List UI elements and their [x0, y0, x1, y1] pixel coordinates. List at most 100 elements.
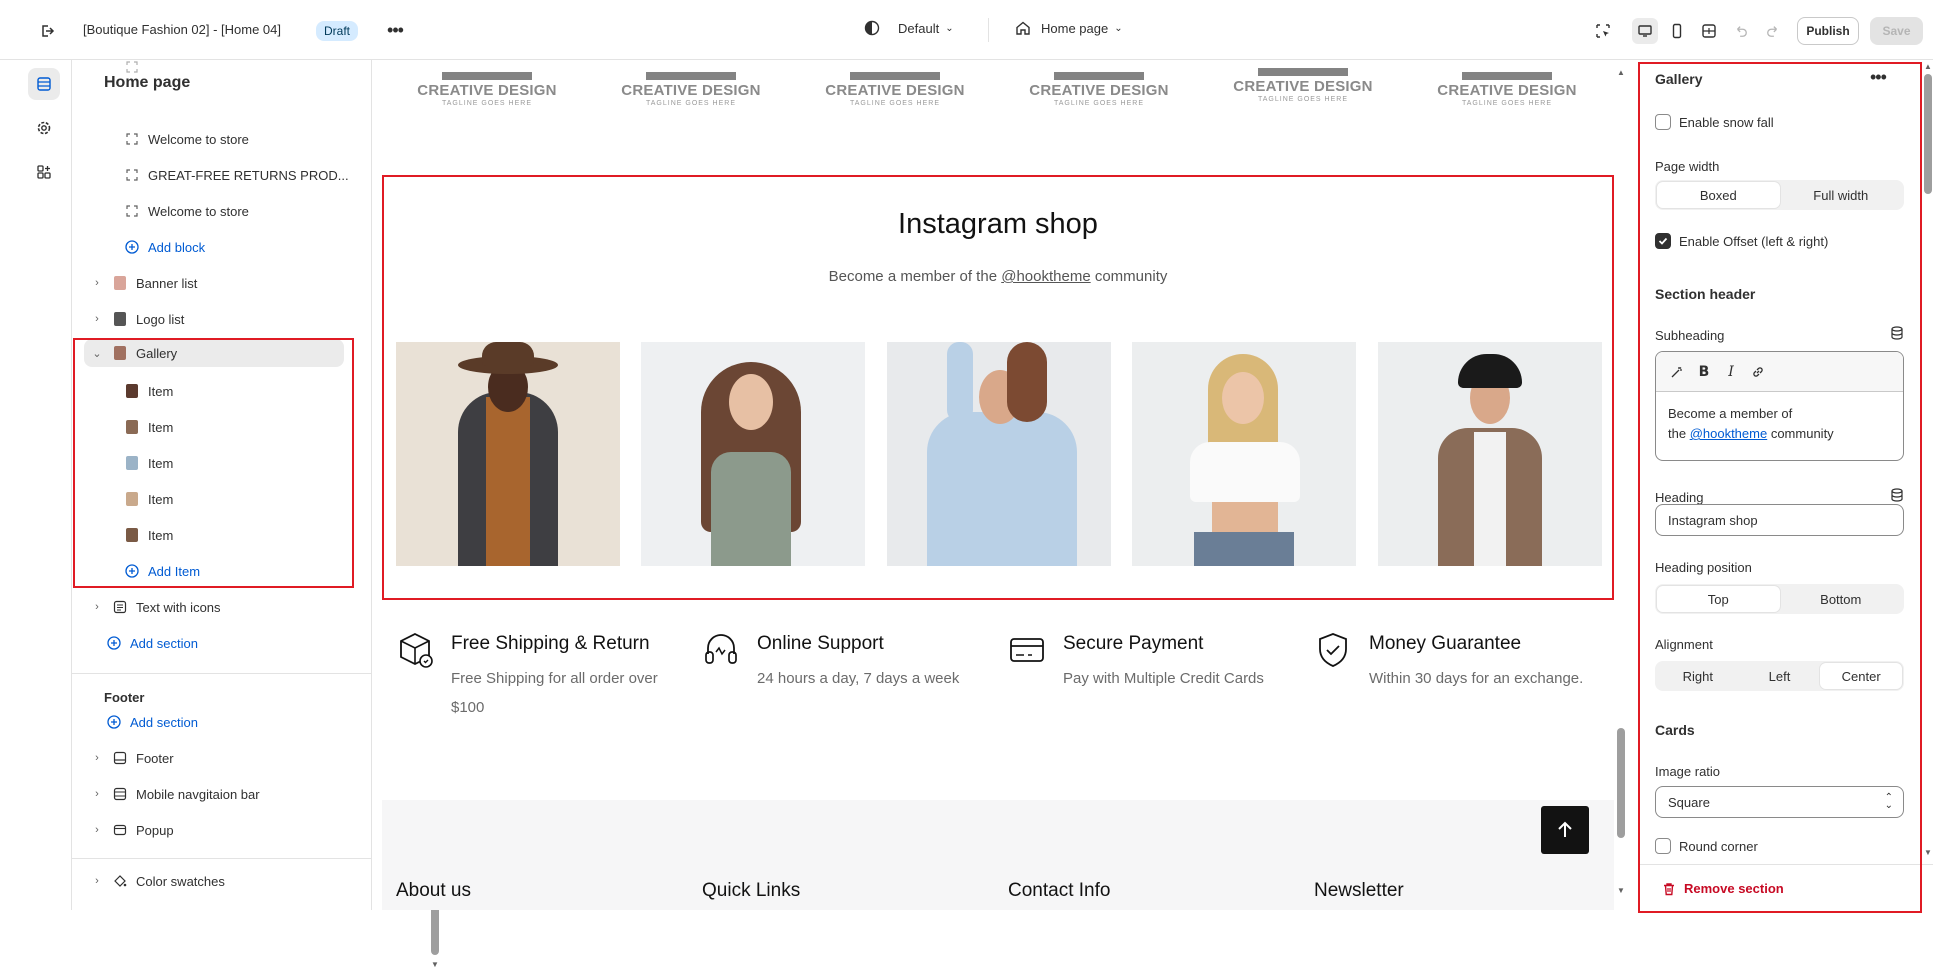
section-banner-list[interactable]: › Banner list [90, 269, 197, 297]
brand-logo[interactable]: CREATIVE DESIGN TAGLINE GOES HERE [412, 66, 562, 107]
section-popup[interactable]: › Popup [90, 816, 174, 844]
gallery-image[interactable] [1132, 342, 1356, 566]
page-selector[interactable]: Home page ⌄ [1015, 20, 1123, 36]
snow-fall-checkbox[interactable]: Enable snow fall [1655, 114, 1774, 130]
database-icon[interactable] [1890, 488, 1904, 502]
heading-position-top[interactable]: Top [1657, 586, 1780, 612]
gallery-image[interactable] [887, 342, 1111, 566]
fullscreen-icon[interactable] [1696, 18, 1722, 44]
plus-circle-icon [124, 239, 140, 255]
scroll-up-icon[interactable]: ▲ [1617, 68, 1625, 77]
block-item[interactable] [124, 60, 148, 74]
editor-toolbar: B I [1656, 352, 1903, 392]
gallery-item[interactable]: Item [124, 521, 173, 549]
chevron-right-icon: › [95, 277, 99, 289]
section-color-swatches[interactable]: › Color swatches [90, 867, 225, 895]
add-section-button[interactable]: Add section [106, 708, 198, 736]
image-ratio-select[interactable]: Square ⌃ ⌄ [1655, 786, 1904, 818]
divider [72, 673, 372, 674]
preview-scrollbar[interactable]: ▲ ▼ [1614, 60, 1628, 910]
theme-selector[interactable]: Default ⌄ [864, 20, 954, 36]
more-options-icon[interactable]: ••• [383, 18, 407, 42]
block-item[interactable]: Welcome to store [124, 197, 249, 225]
desktop-view-icon[interactable] [1632, 18, 1658, 44]
gallery-image[interactable] [1378, 342, 1602, 566]
add-item-button[interactable]: Add Item [124, 557, 200, 585]
block-item[interactable]: GREAT-FREE RETURNS PROD... [124, 161, 349, 189]
subheading-text: Become a member of the [828, 268, 1002, 285]
check-icon [1658, 237, 1668, 245]
offset-checkbox[interactable]: Enable Offset (left & right) [1655, 233, 1828, 249]
preview-canvas: CREATIVE DESIGN TAGLINE GOES HERE CREATI… [382, 60, 1614, 910]
italic-icon[interactable]: I [1722, 363, 1740, 381]
section-mobile-nav[interactable]: › Mobile navgitaion bar [90, 780, 259, 808]
scrollbar-thumb[interactable] [1617, 728, 1625, 838]
checkbox-box[interactable] [1655, 838, 1671, 854]
redo-icon[interactable] [1760, 18, 1786, 44]
brand-logo[interactable]: CREATIVE DESIGN TAGLINE GOES HERE [1432, 66, 1582, 107]
settings-scrollbar[interactable]: ▲ ▼ [1923, 60, 1933, 910]
editor-link[interactable]: @hooktheme [1690, 426, 1768, 441]
brand-logo[interactable]: CREATIVE DESIGN TAGLINE GOES HERE [820, 66, 970, 107]
round-corner-checkbox[interactable]: Round corner [1655, 838, 1758, 854]
mobile-view-icon[interactable] [1664, 18, 1690, 44]
bold-icon[interactable]: B [1695, 363, 1713, 381]
save-button[interactable]: Save [1870, 17, 1923, 45]
gallery-image[interactable] [641, 342, 865, 566]
add-section-button[interactable]: Add section [106, 629, 198, 657]
alignment-left[interactable]: Left [1739, 663, 1821, 689]
apps-icon[interactable] [28, 156, 60, 188]
page-width-boxed[interactable]: Boxed [1657, 182, 1780, 208]
page-width-full[interactable]: Full width [1780, 182, 1903, 208]
scroll-down-icon[interactable]: ▼ [431, 960, 439, 969]
heading-position-bottom[interactable]: Bottom [1780, 586, 1903, 612]
left-panel: Home page Welcome to store GREAT-FREE RE… [72, 60, 439, 969]
subheading-editor[interactable]: B I Become a member of the @hooktheme co… [1655, 351, 1904, 461]
checkbox-box[interactable] [1655, 233, 1671, 249]
section-footer[interactable]: › Footer [90, 744, 173, 772]
chevron-down-icon: ⌄ [1114, 22, 1123, 34]
add-block-button[interactable]: Add block [124, 233, 205, 261]
shield-icon [1314, 630, 1352, 670]
heading-input[interactable]: Instagram shop [1655, 504, 1904, 536]
gallery-item[interactable]: Item [124, 485, 173, 513]
database-icon[interactable] [1890, 326, 1904, 340]
gallery-image[interactable] [396, 342, 620, 566]
block-item[interactable]: Welcome to store [124, 125, 249, 153]
section-logo-list[interactable]: › Logo list [90, 305, 184, 333]
editor-content[interactable]: Become a member of the @hooktheme commun… [1656, 392, 1903, 456]
section-header-title: Section header [1655, 286, 1756, 302]
link-icon[interactable] [1749, 363, 1767, 381]
publish-button[interactable]: Publish [1797, 17, 1859, 45]
section-label: Popup [136, 822, 174, 838]
text-icon [112, 599, 128, 615]
brand-logo[interactable]: CREATIVE DESIGN TAGLINE GOES HERE [1024, 66, 1174, 107]
checkbox-box[interactable] [1655, 114, 1671, 130]
scroll-up-icon[interactable]: ▲ [1924, 62, 1932, 71]
scroll-down-icon[interactable]: ▼ [1617, 886, 1625, 895]
brand-logo[interactable]: CREATIVE DESIGN TAGLINE GOES HERE [616, 66, 766, 107]
logo-text: CREATIVE DESIGN [825, 82, 965, 99]
logo-tagline: TAGLINE GOES HERE [1054, 100, 1144, 107]
remove-section-button[interactable]: Remove section [1662, 881, 1784, 896]
instagram-handle-link[interactable]: @hooktheme [1001, 268, 1090, 285]
scroll-down-icon[interactable]: ▼ [1924, 848, 1932, 857]
inspector-icon[interactable] [1590, 18, 1616, 44]
more-options-icon[interactable]: ••• [1870, 67, 1887, 88]
section-text-with-icons[interactable]: › Text with icons [90, 593, 220, 621]
settings-icon[interactable] [28, 112, 60, 144]
gallery-item[interactable]: Item [124, 449, 173, 477]
back-to-top-button[interactable] [1541, 806, 1589, 854]
logo-mark [1462, 66, 1552, 80]
alignment-right[interactable]: Right [1657, 663, 1739, 689]
scrollbar-thumb[interactable] [1924, 74, 1932, 194]
exit-icon[interactable] [36, 20, 58, 42]
alignment-center[interactable]: Center [1820, 663, 1903, 689]
magic-icon[interactable] [1668, 363, 1686, 381]
gallery-item[interactable]: Item [124, 413, 173, 441]
section-gallery[interactable]: ⌄ Gallery [84, 339, 344, 367]
sections-icon[interactable] [28, 68, 60, 100]
undo-icon[interactable] [1728, 18, 1754, 44]
gallery-item[interactable]: Item [124, 377, 173, 405]
brand-logo[interactable]: CREATIVE DESIGN TAGLINE GOES HERE [1228, 62, 1378, 103]
